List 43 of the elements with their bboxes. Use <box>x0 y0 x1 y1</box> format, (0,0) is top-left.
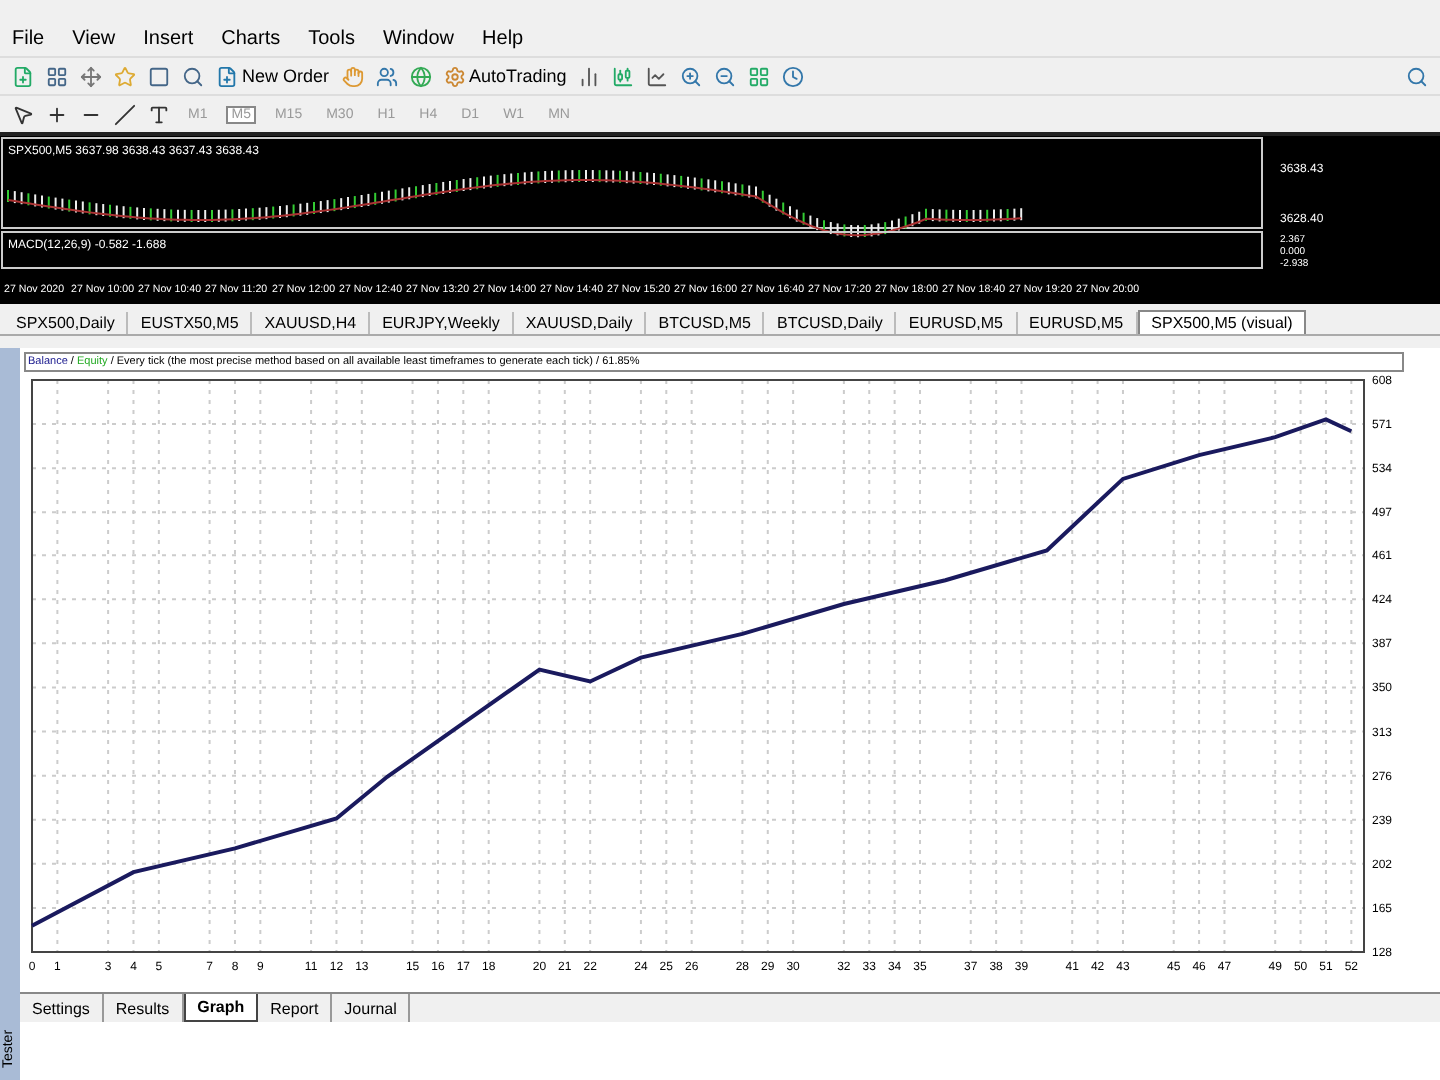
tester-tab[interactable]: Journal <box>332 994 411 1022</box>
chart-tab[interactable]: EUSTX50,M5 <box>128 312 253 334</box>
chart-tab[interactable]: SPX500,M5 (visual) <box>1137 310 1307 334</box>
search-icon[interactable] <box>1406 65 1428 87</box>
tester-tab[interactable]: Settings <box>20 994 104 1022</box>
text-icon[interactable] <box>148 103 170 125</box>
chart-tab[interactable]: BTCUSD,M5 <box>646 312 765 334</box>
menu-item[interactable]: File <box>12 27 45 49</box>
chart-tab[interactable]: BTCUSD,Daily <box>764 312 897 334</box>
chart-tab[interactable]: EURJPY,Weekly <box>370 312 514 334</box>
gear-icon <box>443 65 466 87</box>
chart-tab[interactable]: EURUSD,M5 <box>896 312 1018 334</box>
menu-item[interactable]: Window <box>382 27 455 49</box>
candlestick-icon[interactable] <box>612 65 635 87</box>
clock-icon[interactable] <box>782 65 805 87</box>
menu-item[interactable]: Charts <box>221 27 281 49</box>
line-chart-icon[interactable] <box>646 65 669 87</box>
menu-item[interactable]: View <box>72 27 116 49</box>
globe-icon[interactable] <box>409 65 432 87</box>
new-chart-icon[interactable] <box>12 65 34 87</box>
menu-item[interactable]: Insert <box>143 27 194 49</box>
zoom-out-icon[interactable] <box>714 65 737 87</box>
tile-icon[interactable] <box>748 65 771 87</box>
profiles-icon[interactable] <box>46 65 68 87</box>
crosshair-icon[interactable] <box>46 103 68 125</box>
tester-tab[interactable]: Graph <box>183 994 259 1022</box>
autotrading-button[interactable]: AutoTrading <box>443 65 567 87</box>
new-document-icon <box>216 65 238 87</box>
chart-tab[interactable]: SPX500,Daily <box>4 312 129 334</box>
new-order-button[interactable]: New Order <box>216 65 330 87</box>
menu-item[interactable]: Tools <box>308 27 355 49</box>
bar-chart-icon[interactable] <box>578 65 601 87</box>
window-icon[interactable] <box>148 65 170 87</box>
cursor-icon[interactable] <box>12 103 34 125</box>
menu-item[interactable]: Help <box>482 27 524 49</box>
zoom-in-icon[interactable] <box>680 65 703 87</box>
search-icon[interactable] <box>182 65 204 87</box>
chart-tab[interactable]: XAUUSD,H4 <box>252 312 371 334</box>
trendline-icon[interactable] <box>114 103 136 125</box>
chart-tab[interactable]: XAUUSD,Daily <box>513 312 647 334</box>
move-icon[interactable] <box>80 65 102 87</box>
tester-tab[interactable]: Report <box>258 994 333 1022</box>
users-icon[interactable] <box>375 65 398 87</box>
